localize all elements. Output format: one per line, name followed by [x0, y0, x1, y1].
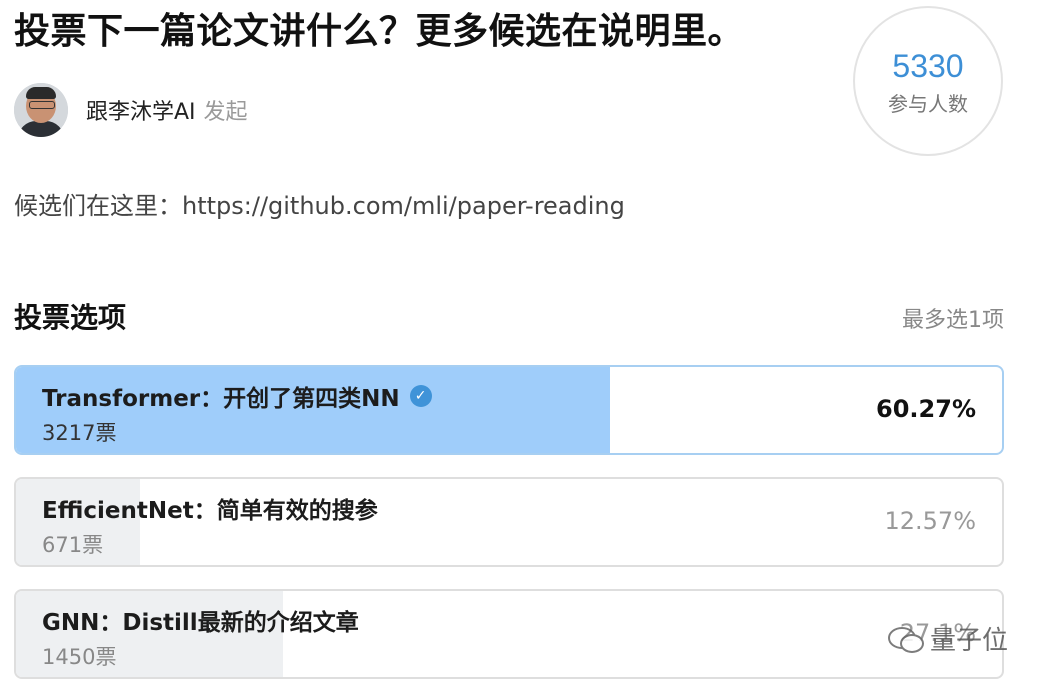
- option-votes: 1450票: [42, 645, 117, 669]
- options-title: 投票选项: [14, 301, 127, 334]
- poll-option-gnn[interactable]: GNN：Distill最新的介绍文章 1450票 27.1%: [14, 589, 1004, 679]
- watermark-text: 量子位: [929, 626, 1008, 656]
- wechat-icon: [887, 625, 924, 653]
- option-votes: 3217票: [42, 421, 117, 445]
- option-votes: 671票: [42, 533, 104, 557]
- avatar[interactable]: [14, 83, 68, 137]
- author-row: 跟李沐学AI 发起: [14, 82, 248, 138]
- option-percent: 12.57%: [884, 507, 976, 535]
- watermark: 量子位: [887, 620, 1008, 657]
- poll-option-transformer[interactable]: Transformer：开创了第四类NN ✓ 3217票 60.27%: [14, 365, 1004, 455]
- author-name[interactable]: 跟李沐学AI: [86, 94, 196, 126]
- participant-count-badge: 5330 参与人数: [853, 6, 1003, 156]
- options-limit: 最多选1项: [902, 308, 1004, 333]
- option-label: EfficientNet：简单有效的搜参: [42, 498, 378, 524]
- participant-count: 5330: [892, 47, 964, 84]
- check-icon: ✓: [409, 385, 432, 407]
- option-label: GNN：Distill最新的介绍文章: [42, 610, 359, 636]
- poll-title: 投票下一篇论文讲什么？更多候选在说明里。: [14, 11, 745, 52]
- author-suffix: 发起: [203, 100, 248, 125]
- poll-option-efficientnet[interactable]: EfficientNet：简单有效的搜参 671票 12.57%: [14, 477, 1004, 567]
- option-percent: 60.27%: [876, 395, 976, 423]
- participant-count-label: 参与人数: [888, 91, 968, 116]
- option-label: Transformer：开创了第四类NN: [42, 386, 400, 412]
- poll-description: 候选们在这里：https://github.com/mli/paper-read…: [14, 192, 625, 220]
